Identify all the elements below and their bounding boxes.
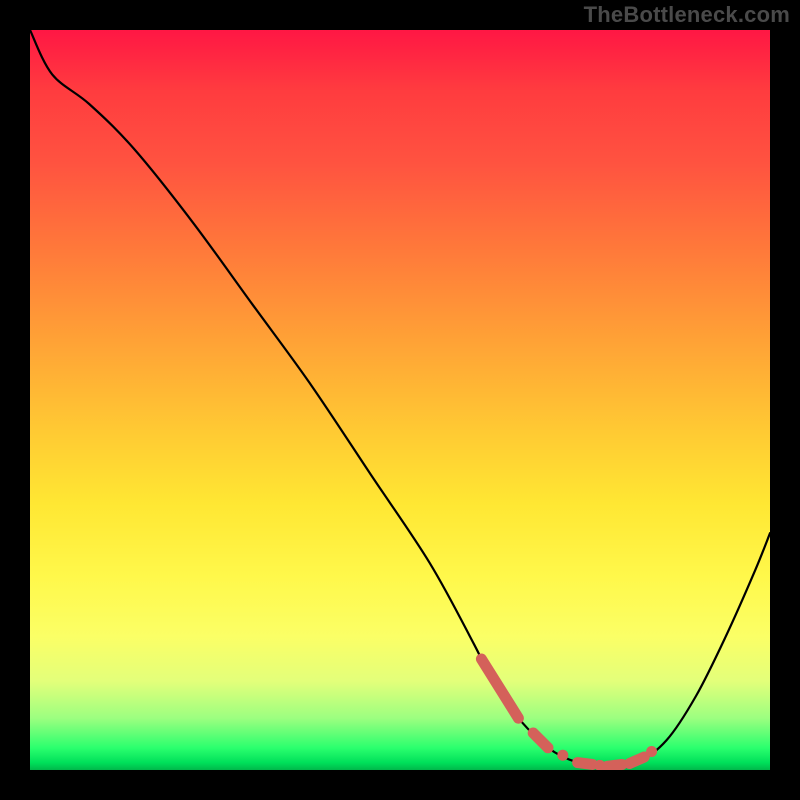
chart-frame: TheBottleneck.com bbox=[0, 0, 800, 800]
highlight-markers bbox=[481, 659, 657, 770]
curve-overlay bbox=[30, 30, 770, 770]
watermark-text: TheBottleneck.com bbox=[584, 2, 790, 28]
bottleneck-curve bbox=[30, 30, 770, 766]
